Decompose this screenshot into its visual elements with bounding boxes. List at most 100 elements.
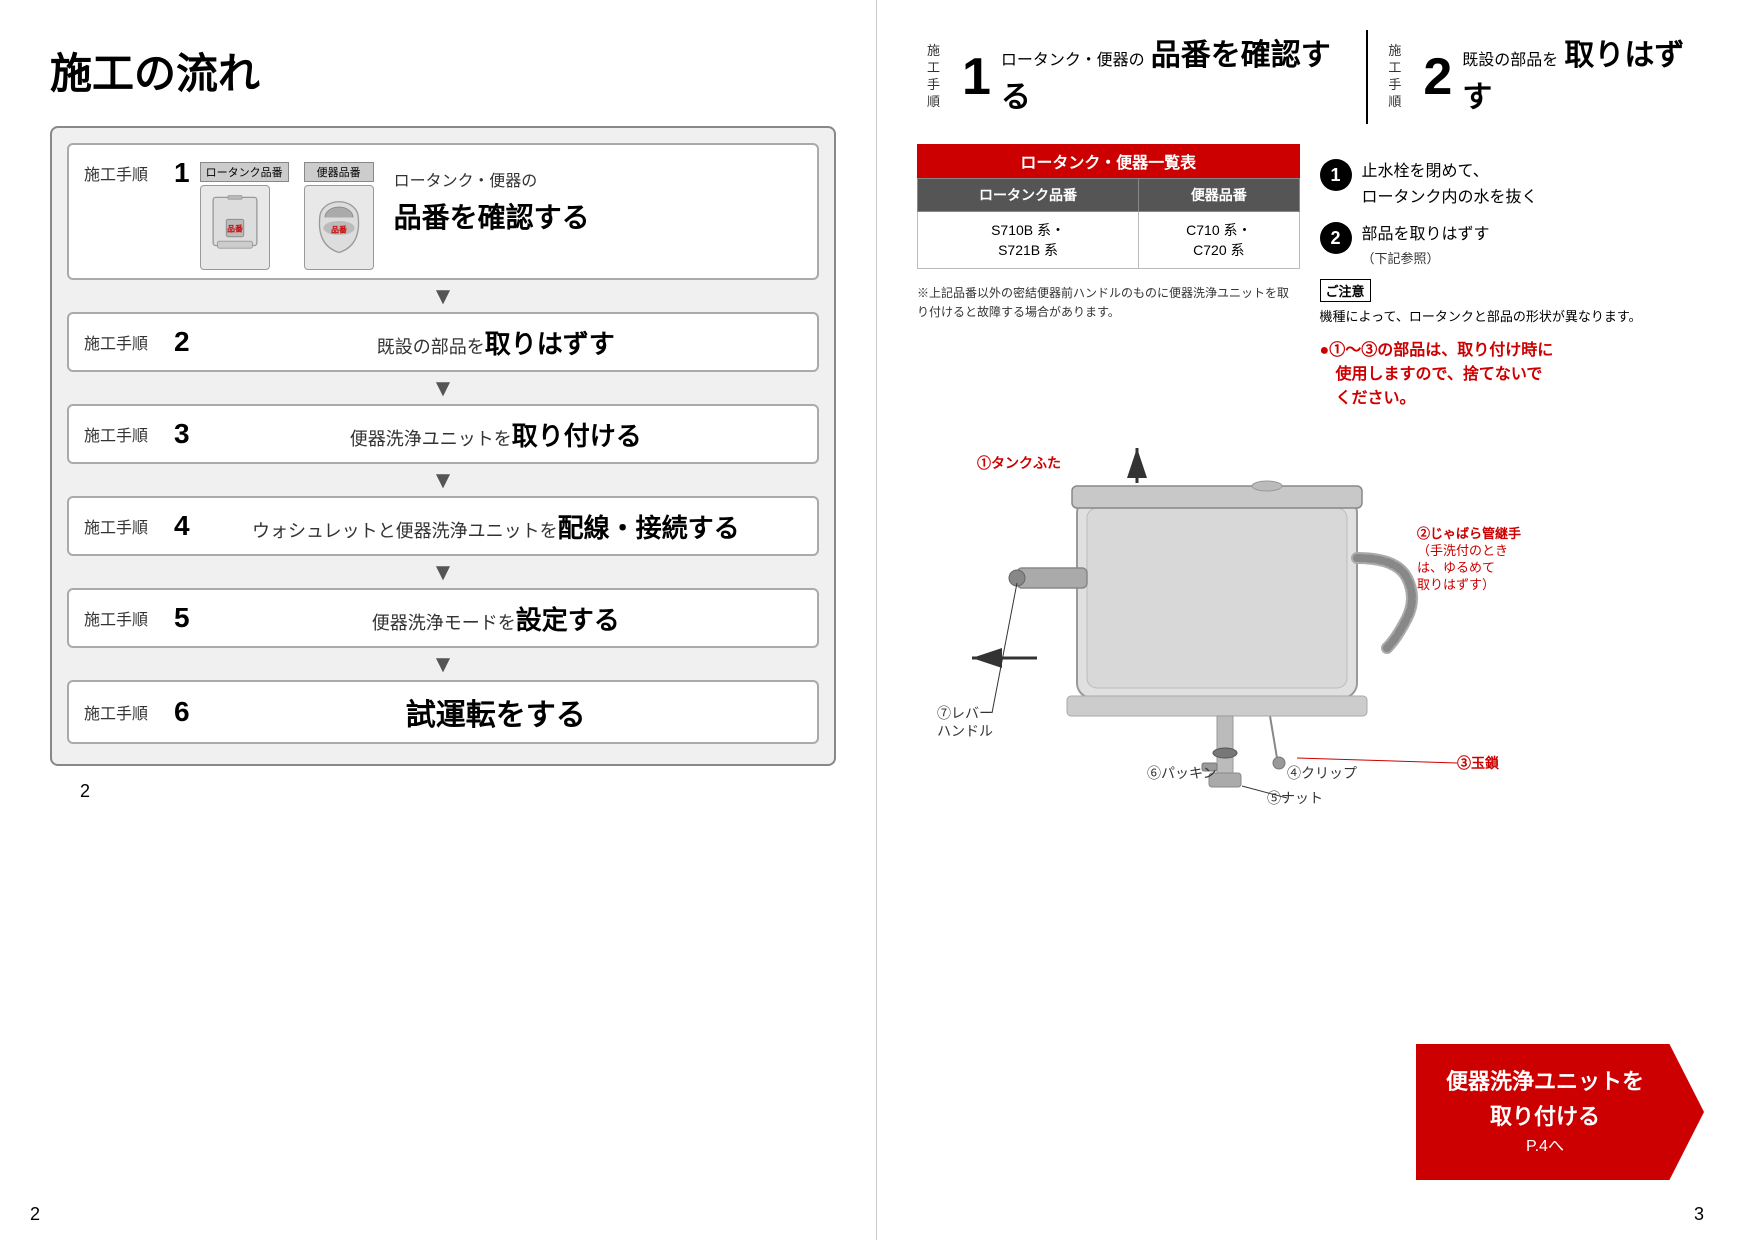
step3-num: 3 (174, 418, 190, 450)
notice-title: ご注意 (1320, 279, 1371, 302)
caution-area: ●①〜③の部品は、取り付け時に 使用しますので、捨てないで ください。 (1320, 336, 1703, 408)
step2-header-num: 2 (1423, 51, 1452, 103)
flow-container: 施工手順 1 ロータンク品番 品番 (50, 126, 836, 766)
right-steps: 1 止水栓を閉めて、ロータンク内の水を抜く 2 部品を取りはずす （下記参照） (1320, 159, 1703, 267)
svg-text:⑦レバー: ⑦レバー (937, 705, 993, 721)
step4-num: 4 (174, 510, 190, 542)
arrow-4-5: ▼ (67, 561, 819, 585)
next-button[interactable]: 便器洗浄ユニットを 取り付ける P.4へ (1416, 1044, 1704, 1180)
right-step-item-1: 1 止水栓を閉めて、ロータンク内の水を抜く (1320, 159, 1703, 210)
svg-text:取りはずす）: 取りはずす） (1417, 577, 1495, 592)
svg-text:③玉鎖: ③玉鎖 (1457, 755, 1500, 771)
circle-2: 2 (1320, 222, 1352, 254)
svg-text:品番: 品番 (331, 224, 347, 234)
step2-header-label: 施工 手順 (1388, 43, 1413, 111)
svg-text:⑤ナット: ⑤ナット (1267, 790, 1323, 806)
svg-text:①タンクふた: ①タンクふた (977, 455, 1061, 471)
step2-num: 2 (174, 326, 190, 358)
table-column: ロータンク・便器一覧表 ロータンク品番 便器品番 S710B 系・S721B 系… (917, 144, 1300, 408)
step3-content: 便器洗浄ユニットを取り付ける (190, 416, 802, 453)
svg-text:②じゃばら管継手: ②じゃばら管継手 (1417, 526, 1521, 541)
illustration-area: ①タンクふた ②じゃばら管継手 （手洗付のとき は、ゆるめて 取りはずす） ③玉… (917, 418, 1714, 798)
caution-bullet: ●①〜③の部品は、取り付け時に 使用しますので、捨てないで ください。 (1320, 342, 1554, 407)
table-cell-toilet: C710 系・C720 系 (1139, 212, 1299, 269)
next-button-line1: 便器洗浄ユニットを (1446, 1064, 1644, 1099)
step1-subtitle: ロータンク・便器の (394, 167, 802, 191)
table-header-1: 便器品番 (1139, 179, 1299, 212)
table-title: ロータンク・便器一覧表 (917, 144, 1300, 178)
svg-text:は、ゆるめて: は、ゆるめて (1417, 560, 1495, 575)
table-section: ロータンク・便器一覧表 ロータンク品番 便器品番 S710B 系・S721B 系… (917, 144, 1300, 269)
step5-label: 施工手順 (84, 606, 164, 630)
step4-label: 施工手順 (84, 514, 164, 538)
tank-illustration: 品番 (200, 185, 270, 270)
flow-step-4: 施工手順 4 ウォシュレットと便器洗浄ユニットを配線・接続する (67, 496, 819, 556)
notice-content: 機種によって、ロータンクと部品の形状が異なります。 (1320, 306, 1703, 328)
page-number-right: 3 (1694, 1204, 1704, 1225)
right-content: ロータンク・便器一覧表 ロータンク品番 便器品番 S710B 系・S721B 系… (917, 144, 1714, 408)
page-number-left: 2 (80, 781, 866, 802)
flow-step-5: 施工手順 5 便器洗浄モードを設定する (67, 588, 819, 648)
page-number-left: 2 (30, 1204, 40, 1225)
circle-1: 1 (1320, 159, 1352, 191)
step1-header-title: ロータンク・便器の 品番を確認する (1001, 35, 1347, 119)
step3-label: 施工手順 (84, 422, 164, 446)
table-note: ※上記品番以外の密結便器前ハンドルのものに便器洗浄ユニットを取り付けると故障する… (917, 284, 1300, 322)
step6-content: 試運転をする (190, 690, 802, 734)
right-step-item-2: 2 部品を取りはずす （下記参照） (1320, 222, 1703, 267)
arrow-2-3: ▼ (67, 377, 819, 401)
flow-step-2: 施工手順 2 既設の部品を取りはずす (67, 312, 819, 372)
step4-content: ウォシュレットと便器洗浄ユニットを配線・接続する (190, 508, 802, 545)
flow-step-1: 施工手順 1 ロータンク品番 品番 (67, 143, 819, 280)
svg-text:④クリップ: ④クリップ (1287, 765, 1357, 781)
svg-text:⑥パッキン: ⑥パッキン (1147, 765, 1217, 781)
svg-text:（手洗付のとき: （手洗付のとき (1417, 543, 1508, 558)
step2-sub: （下記参照） (1362, 248, 1490, 267)
step1-header-num: 1 (962, 51, 991, 103)
table-row: S710B 系・S721B 系 C710 系・C720 系 (918, 212, 1300, 269)
step2-label: 施工手順 (84, 330, 164, 354)
toilet-diagram: ①タンクふた ②じゃばら管継手 （手洗付のとき は、ゆるめて 取りはずす） ③玉… (917, 418, 1667, 818)
toilet-illustration: 品番 (304, 185, 374, 270)
next-button-line3: P.4へ (1446, 1134, 1644, 1160)
step2-header: 施工 手順 2 既設の部品を 取りはずす (1378, 30, 1714, 124)
header-divider (1366, 30, 1368, 124)
step2-instruction: 部品を取りはずす （下記参照） (1362, 222, 1490, 267)
tank-label: ロータンク品番 (200, 162, 289, 182)
step6-num: 6 (174, 696, 190, 728)
notice-area: ご注意 機種によって、ロータンクと部品の形状が異なります。 ●①〜③の部品は、取… (1320, 279, 1703, 408)
flow-step-3: 施工手順 3 便器洗浄ユニットを取り付ける (67, 404, 819, 464)
parts-table: ロータンク品番 便器品番 S710B 系・S721B 系 C710 系・C720… (917, 178, 1300, 269)
step6-label: 施工手順 (84, 700, 164, 724)
table-header-0: ロータンク品番 (918, 179, 1139, 212)
toilet-image-box: 便器品番 品番 (304, 162, 374, 270)
step1-instruction: 止水栓を閉めて、ロータンク内の水を抜く (1362, 159, 1538, 210)
arrow-3-4: ▼ (67, 469, 819, 493)
right-header: 施工 手順 1 ロータンク・便器の 品番を確認する 施工 手順 2 既設の部品を… (917, 30, 1714, 124)
svg-text:ハンドル: ハンドル (937, 723, 993, 739)
step1-images: ロータンク品番 品番 便器品番 (200, 162, 374, 270)
table-cell-tank: S710B 系・S721B 系 (918, 212, 1139, 269)
step1-main-text: 品番を確認する (394, 196, 802, 236)
step1-header-label: 施工 手順 (927, 43, 952, 111)
instructions-column: 1 止水栓を閉めて、ロータンク内の水を抜く 2 部品を取りはずす （下記参照） … (1320, 144, 1703, 408)
arrow-1-2: ▼ (67, 285, 819, 309)
next-button-area[interactable]: 便器洗浄ユニットを 取り付ける P.4へ (1416, 1044, 1704, 1180)
main-title: 施工の流れ (50, 40, 836, 101)
flow-step-6: 施工手順 6 試運転をする (67, 680, 819, 744)
next-button-line2: 取り付ける (1446, 1099, 1644, 1134)
toilet-label: 便器品番 (304, 162, 374, 182)
step5-num: 5 (174, 602, 190, 634)
step2-content: 既設の部品を取りはずす (190, 324, 802, 361)
step5-content: 便器洗浄モードを設定する (190, 600, 802, 637)
right-page: 施工 手順 1 ロータンク・便器の 品番を確認する 施工 手順 2 既設の部品を… (877, 0, 1754, 1240)
step1-header: 施工 手順 1 ロータンク・便器の 品番を確認する (917, 30, 1356, 124)
step2-header-title: 既設の部品を 取りはずす (1462, 35, 1704, 119)
left-page: 施工の流れ 施工手順 1 ロータンク品番 (0, 0, 877, 1240)
step1-label: 施工手順 (84, 161, 164, 185)
svg-text:品番: 品番 (227, 223, 243, 233)
tank-image-box: ロータンク品番 品番 (200, 162, 289, 270)
arrow-5-6: ▼ (67, 653, 819, 677)
step1-text: ロータンク・便器の 品番を確認する (394, 157, 802, 236)
step1-num: 1 (174, 157, 190, 189)
